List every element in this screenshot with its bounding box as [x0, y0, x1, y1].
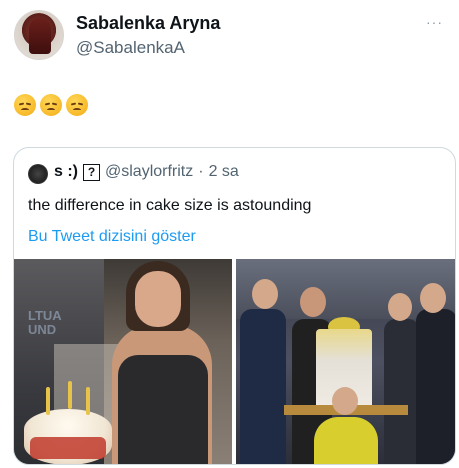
tweet-body	[14, 94, 88, 116]
photo-person-head	[252, 279, 278, 309]
candle	[86, 387, 90, 415]
photo-person-top	[118, 355, 208, 464]
separator-dot: ·	[198, 163, 204, 180]
photo-person-head	[300, 287, 326, 317]
photo-person	[240, 309, 286, 464]
disappointed-face-emoji	[40, 94, 62, 116]
candle	[68, 381, 72, 409]
quoted-timestamp[interactable]: 2 sa	[209, 163, 239, 181]
disappointed-face-emoji	[66, 94, 88, 116]
photo-woman-with-cake[interactable]: LTUA UND	[14, 259, 232, 464]
quoted-tweet-text: the difference in cake size is astoundin…	[28, 197, 312, 214]
author-avatar[interactable]	[14, 10, 64, 60]
unknown-glyph-badge: ?	[83, 163, 100, 181]
show-thread-link[interactable]: Bu Tweet dizisini göster	[28, 228, 196, 246]
photo-person-head	[388, 293, 412, 321]
photo-wall-sign: LTUA UND	[28, 308, 62, 337]
photo-person-yellow-shirt	[314, 417, 378, 464]
quoted-tweet-header: s :) ? @slaylorfritz · 2 sa	[54, 163, 239, 181]
photo-person-head	[332, 387, 358, 415]
more-options-icon[interactable]: ···	[426, 14, 443, 30]
photo-person-face	[135, 271, 181, 327]
photo-group-with-large-cake[interactable]	[236, 259, 455, 464]
photo-person-head	[420, 283, 446, 313]
media-grid: LTUA UND	[14, 259, 455, 464]
author-handle[interactable]: @SabalenkaA	[76, 38, 185, 58]
photo-person	[384, 319, 420, 464]
quoted-tweet-card[interactable]: s :) ? @slaylorfritz · 2 sa the differen…	[13, 147, 456, 465]
avatar-figure	[29, 18, 51, 54]
quoted-author-name[interactable]: s :)	[54, 163, 78, 181]
candle	[46, 387, 50, 415]
photo-person	[416, 309, 455, 464]
photo-cake-base	[30, 437, 106, 459]
disappointed-face-emoji	[14, 94, 36, 116]
author-name[interactable]: Sabalenka Aryna	[76, 13, 220, 34]
tweet: Sabalenka Aryna @SabalenkaA ··· s :) ? @…	[0, 0, 459, 468]
quoted-author-handle[interactable]: @slaylorfritz	[105, 163, 193, 181]
quoted-author-avatar[interactable]	[28, 164, 48, 184]
